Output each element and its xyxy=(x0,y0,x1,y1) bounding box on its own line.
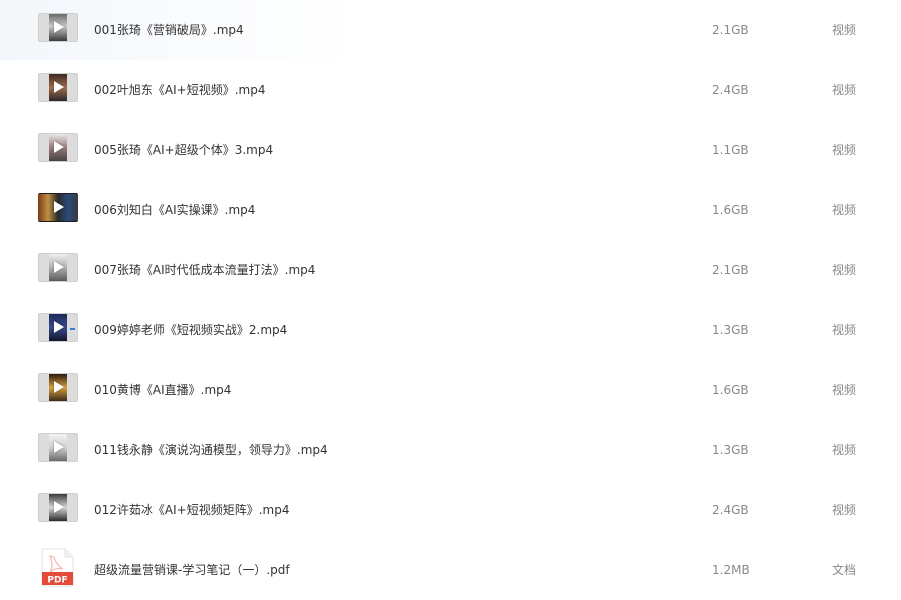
file-row[interactable]: 007张琦《AI时代低成本流量打法》.mp4 2.1GB 视频 xyxy=(0,240,901,300)
play-icon xyxy=(54,141,64,153)
video-thumbnail-icon[interactable] xyxy=(38,373,78,402)
file-type: 视频 xyxy=(832,503,857,517)
file-size: 2.4GB xyxy=(712,83,749,97)
file-row[interactable]: 011钱永静《演说沟通模型，领导力》.mp4 1.3GB 视频 xyxy=(0,420,901,480)
file-size: 1.6GB xyxy=(712,383,749,397)
file-name[interactable]: 007张琦《AI时代低成本流量打法》.mp4 xyxy=(94,240,315,300)
play-icon xyxy=(54,441,64,453)
file-size: 1.3GB xyxy=(712,323,749,337)
file-type: 视频 xyxy=(832,443,857,457)
file-name[interactable]: 009婷婷老师《短视频实战》2.mp4 xyxy=(94,300,287,360)
file-row[interactable]: 001张琦《营销破局》.mp4 2.1GB 视频 xyxy=(0,0,901,60)
file-type: 视频 xyxy=(832,383,857,397)
file-type: 文档 xyxy=(832,563,857,577)
video-thumbnail-icon[interactable] xyxy=(38,313,78,342)
video-thumbnail-icon[interactable] xyxy=(38,193,78,222)
file-size: 1.6GB xyxy=(712,203,749,217)
file-size: 2.1GB xyxy=(712,263,749,277)
video-thumbnail-icon[interactable] xyxy=(38,433,78,462)
video-thumbnail-icon[interactable] xyxy=(38,73,78,102)
file-row[interactable]: 006刘知白《AI实操课》.mp4 1.6GB 视频 xyxy=(0,180,901,240)
video-thumbnail-icon[interactable] xyxy=(38,13,78,42)
play-icon xyxy=(54,501,64,513)
file-size: 1.1GB xyxy=(712,143,749,157)
file-type: 视频 xyxy=(832,83,857,97)
file-row[interactable]: 002叶旭东《AI+短视频》.mp4 2.4GB 视频 xyxy=(0,60,901,120)
file-row[interactable]: 005张琦《AI+超级个体》3.mp4 1.1GB 视频 xyxy=(0,120,901,180)
file-size: 1.3GB xyxy=(712,443,749,457)
file-type: 视频 xyxy=(832,143,857,157)
file-row[interactable]: 009婷婷老师《短视频实战》2.mp4 1.3GB 视频 xyxy=(0,300,901,360)
file-type: 视频 xyxy=(832,23,857,37)
file-row[interactable]: 012许茹冰《AI+短视频矩阵》.mp4 2.4GB 视频 xyxy=(0,480,901,540)
file-row[interactable]: 010黄博《AI直播》.mp4 1.6GB 视频 xyxy=(0,360,901,420)
play-icon xyxy=(54,261,64,273)
video-thumbnail-icon[interactable] xyxy=(38,253,78,282)
file-name[interactable]: 005张琦《AI+超级个体》3.mp4 xyxy=(94,120,273,180)
file-row[interactable]: PDF 超级流量营销课-学习笔记（一）.pdf 1.2MB 文档 xyxy=(0,540,901,600)
pdf-file-icon[interactable]: PDF xyxy=(41,548,74,587)
play-icon xyxy=(54,21,64,33)
file-size: 2.4GB xyxy=(712,503,749,517)
file-name[interactable]: 010黄博《AI直播》.mp4 xyxy=(94,360,231,420)
file-type: 视频 xyxy=(832,203,857,217)
file-name[interactable]: 012许茹冰《AI+短视频矩阵》.mp4 xyxy=(94,480,289,540)
pdf-label: PDF xyxy=(47,576,67,586)
video-thumbnail-icon[interactable] xyxy=(38,133,78,162)
file-size: 1.2MB xyxy=(712,563,750,577)
video-thumbnail-icon[interactable] xyxy=(38,493,78,522)
file-size: 2.1GB xyxy=(712,23,749,37)
file-name[interactable]: 001张琦《营销破局》.mp4 xyxy=(94,0,244,60)
file-type: 视频 xyxy=(832,323,857,337)
play-icon xyxy=(54,321,64,333)
play-icon xyxy=(54,81,64,93)
play-icon xyxy=(54,201,64,213)
file-type: 视频 xyxy=(832,263,857,277)
file-name[interactable]: 超级流量营销课-学习笔记（一）.pdf xyxy=(94,540,290,600)
play-icon xyxy=(54,381,64,393)
file-name[interactable]: 002叶旭东《AI+短视频》.mp4 xyxy=(94,60,265,120)
file-name[interactable]: 006刘知白《AI实操课》.mp4 xyxy=(94,180,255,240)
file-name[interactable]: 011钱永静《演说沟通模型，领导力》.mp4 xyxy=(94,420,328,480)
file-list: 001张琦《营销破局》.mp4 2.1GB 视频 002叶旭东《AI+短视频》.… xyxy=(0,0,901,590)
